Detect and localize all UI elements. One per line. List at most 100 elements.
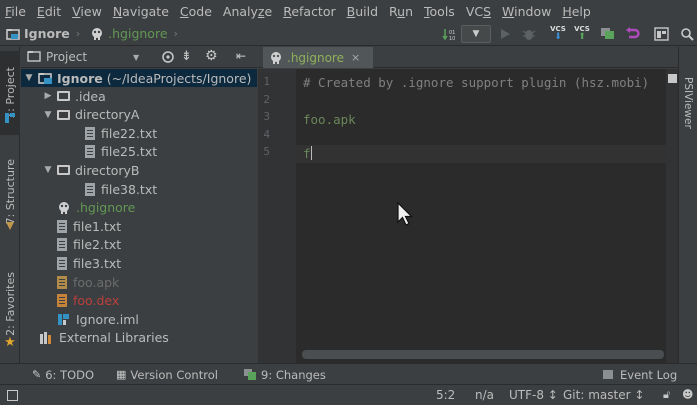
- scroll-from-source-icon[interactable]: [161, 50, 175, 67]
- tree-item-label: file22.txt: [101, 125, 158, 141]
- tree-item-label: .idea: [75, 88, 106, 104]
- line-number: 2: [263, 92, 270, 106]
- caret-position[interactable]: 5:2: [436, 388, 455, 402]
- tree-item-directoryb[interactable]: ▼ directoryB: [21, 161, 257, 179]
- tree-item-file2-txt[interactable]: file2.txt: [21, 236, 257, 254]
- hide-panel-icon[interactable]: ⇤: [236, 49, 246, 63]
- tree-item-file3-txt[interactable]: file3.txt: [21, 254, 257, 272]
- menu-tools[interactable]: Tools: [424, 4, 455, 19]
- folder-icon: [57, 109, 70, 120]
- collapse-all-icon[interactable]: ⇟: [181, 49, 192, 64]
- tree-item-idea[interactable]: ▶ .idea: [21, 87, 257, 105]
- line-number: 1: [263, 75, 270, 88]
- tree-item-label: file38.txt: [101, 181, 158, 197]
- tree-item-file1-txt[interactable]: file1.txt: [21, 217, 257, 235]
- file-encoding[interactable]: UTF-8 ↕: [509, 388, 558, 402]
- module-folder-icon: [38, 73, 52, 84]
- menu-navigate[interactable]: Navigate: [113, 4, 169, 19]
- menu-edit[interactable]: Edit: [37, 4, 61, 19]
- run-configuration-dropdown[interactable]: ▼: [461, 25, 491, 43]
- tree-item-label: file1.txt: [73, 218, 122, 234]
- menu-file[interactable]: File: [5, 4, 26, 19]
- code-line-5-text: f: [303, 146, 311, 161]
- inspector-icon[interactable]: ☻: [682, 388, 693, 401]
- search-icon[interactable]: [678, 25, 696, 43]
- build-sort-icon[interactable]: 01 10: [441, 25, 457, 43]
- collapse-arrow-icon: ▶: [44, 91, 52, 101]
- tab-todo[interactable]: ✎ 6: TODO: [32, 366, 94, 383]
- tool-windows-toggle-icon[interactable]: [7, 390, 18, 401]
- structure-tool-icon: [0, 219, 20, 233]
- text-caret: [310, 146, 312, 160]
- tree-item-ignore-iml[interactable]: Ignore.iml: [21, 310, 257, 328]
- text-file-icon: [57, 219, 67, 233]
- horizontal-scrollbar[interactable]: [302, 350, 664, 359]
- menu-build[interactable]: Build: [347, 4, 378, 19]
- gear-icon[interactable]: ⚙: [205, 48, 218, 64]
- breadcrumb-project-label: Ignore: [24, 26, 70, 41]
- tree-item-file25-txt[interactable]: file25.txt: [21, 143, 257, 161]
- tree-item-file38-txt[interactable]: file38.txt: [21, 180, 257, 198]
- project-view-selector[interactable]: Project: [46, 50, 87, 64]
- close-icon[interactable]: ×: [351, 51, 360, 64]
- menu-code[interactable]: Code: [180, 4, 212, 19]
- vcs-history-icon[interactable]: [598, 25, 616, 43]
- breadcrumb-file-label: .hgignore: [108, 26, 168, 41]
- code-line-5: f: [303, 146, 312, 161]
- debug-icon[interactable]: [521, 25, 537, 43]
- navigation-bar: Ignore › .hgignore › 01 10 ▼ VCS ⬇ VCS ⬆: [0, 22, 697, 46]
- ignore-file-icon: [92, 27, 103, 40]
- folder-icon: [57, 91, 70, 101]
- text-file-icon: [57, 256, 67, 270]
- version-control-icon: ▦: [116, 368, 127, 381]
- tree-root-path: (~/IdeaProjects/Ignore): [106, 70, 252, 86]
- menu-view[interactable]: View: [72, 4, 102, 19]
- tree-item-label: foo.dex: [73, 293, 120, 309]
- vcs-update-icon[interactable]: VCS ⬇: [549, 25, 567, 43]
- tab-event-log-label: Event Log: [620, 367, 678, 382]
- binary-file-icon: [57, 275, 67, 289]
- bottom-tool-stripe: ✎ 6: TODO ▦ Version Control 9: Changes E…: [0, 363, 697, 384]
- tree-item-file22-txt[interactable]: file22.txt: [21, 124, 257, 142]
- breadcrumb-file[interactable]: .hgignore ›: [84, 25, 182, 43]
- revert-icon[interactable]: [623, 25, 641, 43]
- breadcrumb-separator-icon: ›: [75, 27, 81, 40]
- tree-item-label: file3.txt: [73, 255, 122, 271]
- expand-arrow-icon: ▼: [44, 109, 52, 120]
- run-icon[interactable]: [497, 25, 513, 43]
- event-log-icon: [603, 370, 613, 379]
- breadcrumb-project[interactable]: Ignore ›: [0, 25, 84, 43]
- tree-item-label: foo.apk: [73, 274, 120, 290]
- menu-vcs[interactable]: VCS: [466, 4, 491, 19]
- tree-root-ignore[interactable]: ▼ Ignore (~/IdeaProjects/Ignore): [21, 69, 257, 87]
- project-view-icon: [27, 50, 41, 65]
- chevron-down-icon[interactable]: ▼: [133, 53, 139, 62]
- vcs-commit-icon[interactable]: VCS ⬆: [573, 25, 591, 43]
- folder-icon: [57, 165, 70, 176]
- menu-analyze[interactable]: Analyze: [223, 4, 272, 19]
- tab-psiviewer[interactable]: PSIViewer: [679, 77, 697, 147]
- tree-item-directorya[interactable]: ▼ directoryA: [21, 106, 257, 124]
- tree-item-foo-dex[interactable]: foo.dex: [21, 292, 257, 310]
- tree-item-label: directoryB: [75, 162, 140, 178]
- tab-changes[interactable]: 9: Changes: [243, 366, 326, 383]
- menu-help[interactable]: Help: [562, 4, 591, 19]
- tree-item-label: .hgignore: [76, 200, 136, 216]
- menu-window[interactable]: Window: [502, 4, 551, 19]
- menu-refactor[interactable]: Refactor: [283, 4, 335, 19]
- tree-item-label: file25.txt: [101, 144, 158, 160]
- git-branch[interactable]: Git: master ↕: [563, 388, 644, 402]
- menu-run[interactable]: Run: [389, 4, 413, 19]
- tab-version-control[interactable]: ▦ Version Control: [116, 366, 218, 383]
- code-editor[interactable]: # Created by .ignore support plugin (hsz…: [296, 69, 666, 363]
- tree-item-external-libraries[interactable]: External Libraries: [21, 329, 257, 347]
- line-number: 4: [263, 127, 270, 141]
- tab-event-log[interactable]: Event Log: [603, 366, 677, 383]
- line-separator[interactable]: n/a: [475, 388, 494, 402]
- tree-item-foo-apk[interactable]: foo.apk: [21, 273, 257, 291]
- lock-icon[interactable]: 🔓︎: [663, 388, 670, 402]
- tree-item-hgignore[interactable]: .hgignore: [21, 199, 257, 217]
- star-icon: ★: [4, 334, 16, 350]
- tab-hgignore[interactable]: .hgignore ×: [263, 47, 373, 68]
- project-structure-icon[interactable]: [652, 25, 670, 43]
